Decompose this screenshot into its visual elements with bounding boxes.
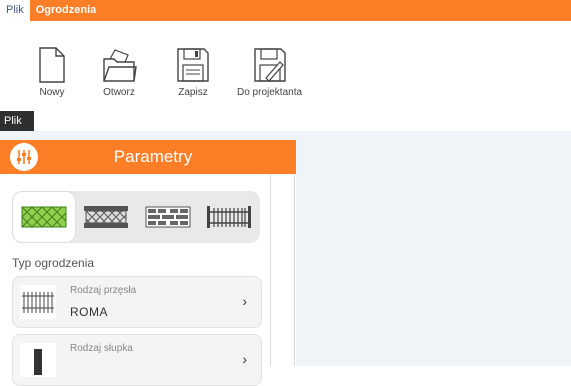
ribbon-group-label: Plik [0, 111, 34, 131]
save-label: Zapisz [178, 87, 208, 98]
panel-header: Parametry [0, 140, 296, 174]
section-label-fence-type: Typ ogrodzenia [12, 256, 95, 270]
chevron-right-icon: › [242, 351, 247, 367]
save-disk-icon [177, 48, 209, 82]
panel-body: Typ ogrodzenia Rodzaj przęsła ROMA › Rod… [0, 174, 295, 386]
ribbon: Nowy Otworz Zapisz Do projektanta [0, 21, 571, 111]
new-button[interactable]: Nowy [34, 45, 70, 98]
save-button[interactable]: Zapisz [175, 45, 211, 98]
brick-fence-icon [145, 206, 191, 228]
post-thumbnail [20, 343, 56, 377]
sliders-icon[interactable] [10, 143, 38, 171]
to-designer-button[interactable]: Do projektanta [237, 45, 302, 98]
rail-span-icon [22, 292, 54, 313]
open-folder-icon [103, 49, 137, 82]
panel-title: Parametry [113, 147, 193, 166]
panel-scrollbar[interactable] [270, 174, 271, 366]
post-type-caption: Rodzaj słupka [70, 343, 133, 354]
menu-plik[interactable]: Plik [0, 0, 30, 21]
to-designer-label: Do projektanta [237, 87, 303, 98]
span-thumbnail [20, 285, 56, 319]
span-type-caption: Rodzaj przęsła [70, 285, 137, 296]
open-button[interactable]: Otworz [101, 45, 137, 98]
fence-type-lattice[interactable] [12, 191, 76, 243]
stone-fence-icon [84, 206, 129, 228]
span-type-value: ROMA [70, 305, 108, 319]
open-label: Otworz [103, 87, 135, 98]
menu-ogrodzenia[interactable]: Ogrodzenia [30, 0, 103, 21]
export-designer-icon [253, 48, 286, 82]
rail-fence-icon [207, 206, 252, 228]
fence-type-brick[interactable] [137, 191, 199, 243]
fence-type-selector [12, 191, 260, 243]
fence-type-rail[interactable] [199, 191, 261, 243]
lattice-fence-icon [21, 206, 67, 228]
new-label: Nowy [39, 87, 65, 98]
post-type-card[interactable]: Rodzaj słupka › [12, 334, 262, 386]
menu-bar: Plik Ogrodzenia [0, 0, 571, 21]
fence-type-stone[interactable] [76, 191, 138, 243]
chevron-right-icon: › [242, 293, 247, 309]
parameters-panel: Parametry Typ ogrodzenia Rodzaj przęsła … [0, 140, 296, 386]
new-file-icon [39, 47, 65, 83]
post-icon [34, 349, 42, 375]
span-type-card[interactable]: Rodzaj przęsła ROMA › [12, 276, 262, 328]
